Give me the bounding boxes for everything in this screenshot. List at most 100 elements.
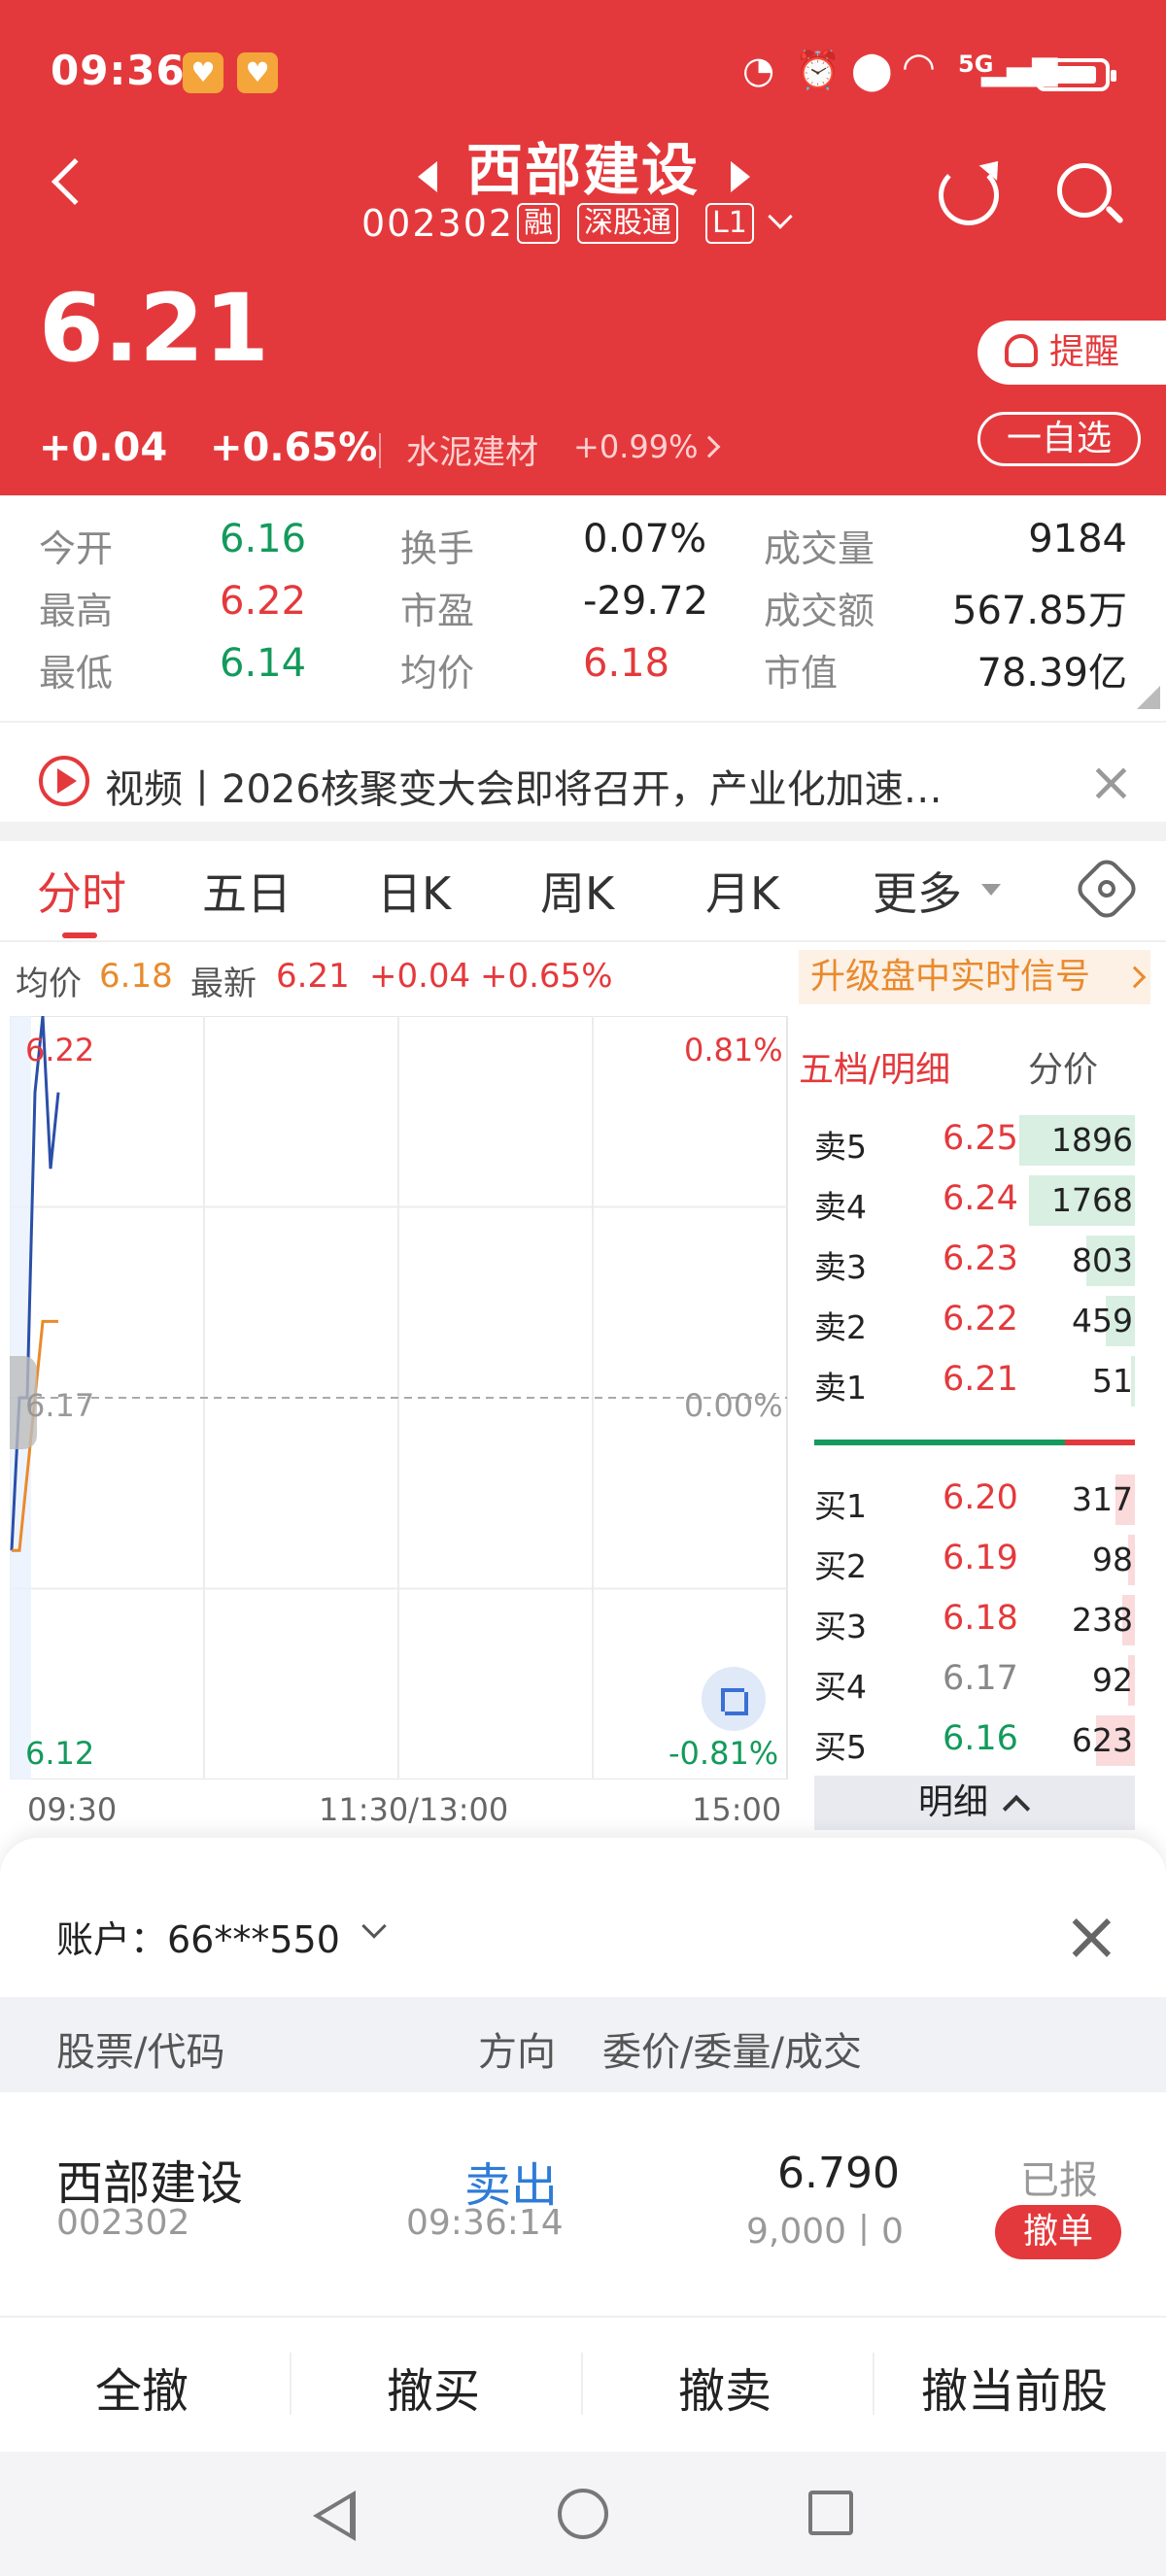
caret-down-icon (981, 884, 1001, 896)
y-tick-mid: 6.17 (25, 1387, 95, 1424)
bid-row[interactable]: 买4 6.17 92 (814, 1651, 1135, 1710)
stat-value: 6.18 (583, 641, 670, 686)
ask-row[interactable]: 卖5 6.25 1896 (814, 1111, 1135, 1169)
stat-label: 市值 (764, 652, 839, 695)
divider (379, 433, 381, 468)
stat-label: 均价 (400, 652, 475, 695)
level-volume: 623 (1072, 1721, 1133, 1759)
divider (290, 2353, 292, 2415)
tab-five-day[interactable]: 五日 (202, 859, 292, 923)
level-price: 6.19 (943, 1539, 1018, 1577)
level-label: 卖1 (814, 1369, 867, 1407)
ask-row[interactable]: 卖3 6.23 803 (814, 1232, 1135, 1290)
cancel-current-stock-button[interactable]: 撤当前股 (921, 2353, 1108, 2421)
location-icon: ⬤ (851, 49, 893, 91)
intraday-chart[interactable] (10, 1016, 791, 1779)
stat-value: 6.14 (220, 641, 307, 686)
price-split-tab[interactable]: 分价 (1028, 1041, 1098, 1092)
level-label: 买4 (814, 1668, 867, 1706)
y-tick-high: 6.22 (25, 1032, 95, 1068)
bid-row[interactable]: 买1 6.20 317 (814, 1471, 1135, 1529)
tab-monthly[interactable]: 月K (705, 859, 779, 923)
order-stock-code: 002302 (56, 2203, 190, 2243)
expand-corner-icon[interactable] (1137, 686, 1160, 709)
close-icon[interactable]: × (1063, 1902, 1120, 1970)
level-tag: L1 (705, 203, 754, 244)
bid-row[interactable]: 买5 6.16 623 (814, 1712, 1135, 1770)
level-volume: 803 (1072, 1241, 1133, 1279)
detail-button[interactable]: 明细 (814, 1776, 1135, 1830)
section-separator (0, 822, 1166, 841)
data-saver-icon: ◔ (742, 49, 775, 91)
divider (0, 940, 1166, 942)
tab-more[interactable]: 更多 (873, 859, 962, 923)
order-price: 6.790 (777, 2149, 900, 2198)
tab-minute[interactable]: 分时 (37, 859, 126, 923)
order-time: 09:36:14 (406, 2203, 564, 2243)
level-volume: 238 (1072, 1601, 1133, 1639)
sector-change[interactable]: +0.99% (573, 428, 698, 465)
current-price: 6.21 (39, 274, 269, 383)
tab-weekly[interactable]: 周K (540, 859, 614, 923)
sector-name[interactable]: 水泥建材 (406, 425, 538, 473)
latest-change: +0.04 (369, 957, 471, 996)
col-direction: 方向 (478, 2030, 556, 2075)
level-price: 6.20 (943, 1478, 1018, 1517)
stat-label: 成交额 (764, 590, 875, 632)
cancel-order-button[interactable]: 撤单 (995, 2205, 1121, 2259)
nav-home-icon[interactable] (558, 2489, 608, 2539)
ask-row[interactable]: 卖2 6.22 459 (814, 1292, 1135, 1350)
y-tick-low: 6.12 (25, 1735, 95, 1772)
wifi-icon: ◠ (902, 45, 936, 89)
watchlist-button[interactable]: 一自选 (977, 412, 1141, 466)
level-price: 6.25 (943, 1119, 1018, 1158)
level-price: 6.17 (943, 1659, 1018, 1698)
stat-label: 成交量 (764, 527, 875, 570)
nav-recents-icon[interactable] (808, 2491, 853, 2535)
play-triangle (57, 768, 77, 794)
avg-label: 均价 (16, 965, 82, 1003)
tab-daily[interactable]: 日K (377, 859, 451, 923)
cancel-all-button[interactable]: 全撤 (95, 2353, 189, 2421)
heart-app-icon: ♥ (183, 52, 223, 93)
prev-stock-icon[interactable] (418, 161, 437, 192)
stat-label: 今开 (39, 527, 114, 570)
divider (0, 2316, 1166, 2318)
x-tick-open: 09:30 (27, 1791, 118, 1828)
bid-row[interactable]: 买3 6.18 238 (814, 1591, 1135, 1649)
ask-row[interactable]: 卖4 6.24 1768 (814, 1171, 1135, 1230)
level-volume: 51 (1092, 1362, 1133, 1400)
level-price: 6.24 (943, 1179, 1018, 1218)
cancel-buy-button[interactable]: 撤买 (387, 2353, 480, 2421)
margin-tag: 融 (517, 203, 560, 244)
y-pct-mid: 0.00% (684, 1387, 783, 1424)
upgrade-signal-button[interactable]: 升级盘中实时信号 (799, 950, 1150, 1004)
ask-row[interactable]: 卖1 6.21 51 (814, 1352, 1135, 1410)
cancel-sell-button[interactable]: 撤卖 (678, 2353, 772, 2421)
x-tick-close: 15:00 (692, 1791, 782, 1828)
level-volume: 98 (1092, 1541, 1133, 1578)
next-stock-icon[interactable] (731, 161, 750, 192)
level-price: 6.22 (943, 1300, 1018, 1339)
stat-value: 567.85万 (952, 589, 1127, 633)
level-label: 买3 (814, 1608, 867, 1645)
x-tick-mid: 11:30/13:00 (319, 1791, 509, 1828)
bid-row[interactable]: 买2 6.19 98 (814, 1531, 1135, 1589)
search-icon[interactable] (1057, 163, 1112, 218)
level-label: 卖4 (814, 1188, 867, 1226)
level-label: 卖2 (814, 1308, 867, 1346)
battery-icon (1036, 58, 1116, 91)
buy-sell-ratio-red (1065, 1440, 1135, 1445)
level-label: 买5 (814, 1728, 867, 1766)
stat-label: 最高 (39, 590, 114, 632)
y-pct-high: 0.81% (684, 1032, 783, 1068)
detail-label: 明细 (917, 1782, 988, 1822)
level-volume: 1896 (1051, 1121, 1133, 1159)
stat-label: 最低 (39, 652, 114, 695)
y-pct-low: -0.81% (669, 1735, 779, 1772)
close-icon[interactable]: × (1088, 756, 1134, 810)
account-selector[interactable]: 账户：66***550 (56, 1910, 340, 1963)
news-text[interactable]: 视频丨2026核聚变大会即将召开，产业化加速… (105, 758, 943, 814)
order-book-tab[interactable]: 五档/明细 (799, 1041, 950, 1092)
stat-label: 市盈 (400, 590, 475, 632)
